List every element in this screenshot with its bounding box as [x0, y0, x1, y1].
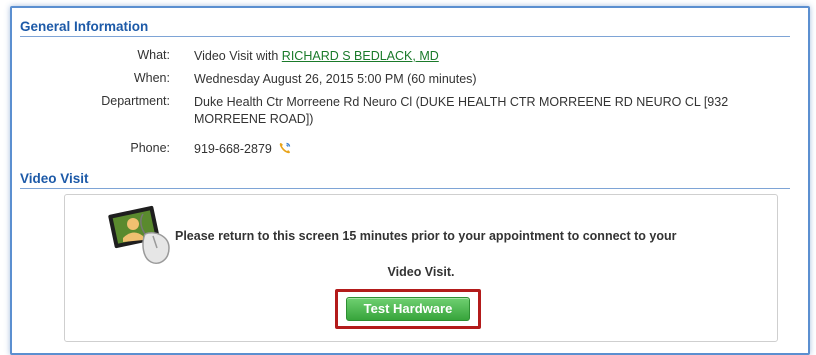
appointment-panel: General Information What: Video Visit wi…: [10, 6, 810, 355]
phone-number: 919-668-2879: [194, 142, 272, 156]
video-visit-heading: Video Visit: [20, 171, 790, 189]
what-label: What:: [137, 48, 170, 62]
visit-type: Video Visit with: [194, 49, 279, 63]
department-value: Duke Health Ctr Morreene Rd Neuro Cl (DU…: [194, 95, 729, 126]
video-visit-box: Please return to this screen 15 minutes …: [64, 194, 778, 342]
phone-label: Phone:: [130, 141, 170, 155]
when-value: Wednesday August 26, 2015 5:00 PM (60 mi…: [194, 72, 477, 86]
phone-value: 919-668-2879: [194, 141, 774, 158]
video-camera-icon: [105, 200, 177, 270]
doctor-link[interactable]: RICHARD S BEDLACK, MD: [282, 49, 439, 63]
when-label: When:: [133, 71, 170, 85]
department-label: Department:: [101, 94, 170, 108]
test-hardware-button[interactable]: Test Hardware: [346, 297, 470, 321]
video-instructions-line2: Video Visit.: [387, 265, 455, 279]
phone-call-icon[interactable]: [278, 141, 292, 155]
test-hardware-highlight: Test Hardware: [335, 289, 481, 329]
video-instructions-line1: Please return to this screen 15 minutes …: [175, 229, 677, 243]
general-information-heading: General Information: [20, 19, 790, 37]
what-value: Video Visit with RICHARD S BEDLACK, MD: [194, 48, 774, 65]
